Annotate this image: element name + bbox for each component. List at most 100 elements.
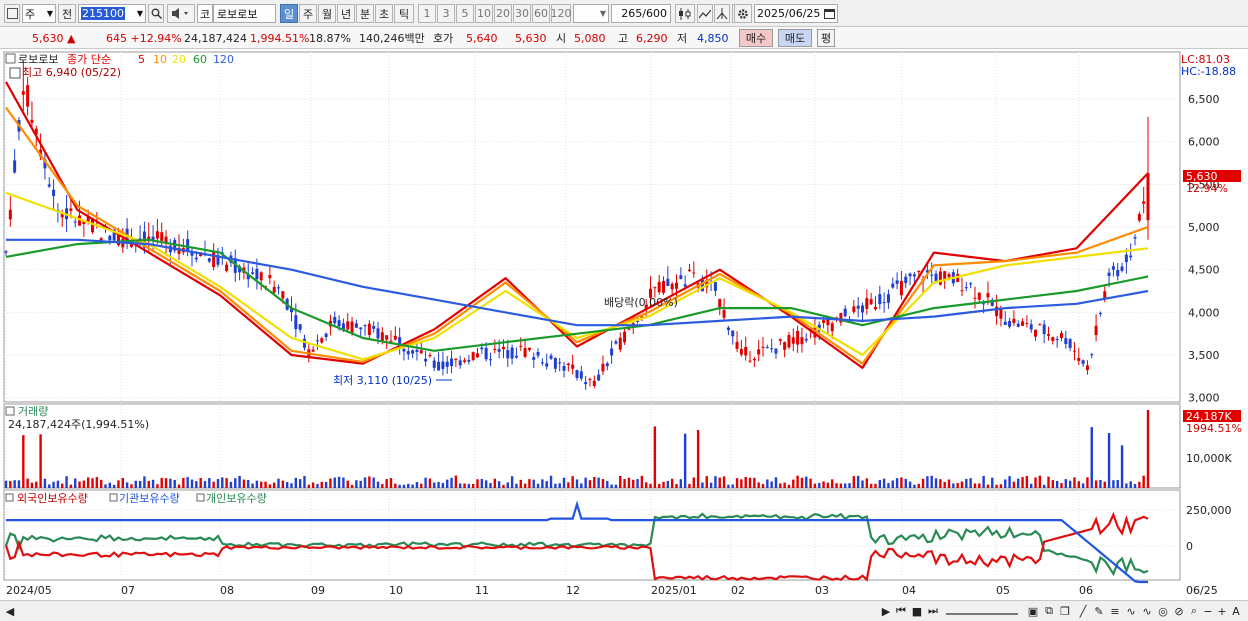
interval-5-button[interactable]: 5	[456, 4, 474, 23]
wave-tool-icon[interactable]: ∿	[1124, 603, 1138, 619]
interval-30-button[interactable]: 30	[513, 4, 531, 23]
candle-body	[778, 339, 782, 341]
period-day-button[interactable]: 일	[280, 4, 298, 23]
candle-body	[748, 360, 752, 362]
ma-legend-60: 60	[193, 53, 207, 66]
zoom-in-icon[interactable]: +	[1216, 603, 1228, 619]
first-page-button[interactable]: ⏮	[894, 603, 908, 619]
search-button[interactable]	[148, 4, 164, 23]
interval-10-button[interactable]: 10	[475, 4, 493, 23]
zoom-out-icon[interactable]: −	[1202, 603, 1214, 619]
split-icon[interactable]: ⧉	[1042, 603, 1056, 619]
stock-chart[interactable]: 6,5006,0005,5005,0004,5004,0003,5003,000…	[0, 50, 1248, 621]
interval-120-button[interactable]: 120	[551, 4, 572, 23]
scroll-right-button[interactable]: ▶	[880, 603, 892, 619]
volume-bar	[441, 482, 445, 488]
volume-bar	[787, 484, 791, 488]
high-annotation: 최고 6,940 (05/22)	[22, 66, 121, 79]
volume-bar	[242, 479, 246, 488]
window-icon[interactable]	[4, 4, 20, 23]
period-second-button[interactable]: 초	[375, 4, 393, 23]
candle-body	[558, 362, 562, 364]
bottom-scrollbar[interactable]: ◀ ▶ ⏮ ■ ⏭ ▣ ⧉ ❐ ╱ ✎ ≡ ∿ ∿ ◎ ⊘ ⌕ − + A	[0, 600, 1248, 621]
line-tool-icon[interactable]: ╱	[1076, 603, 1090, 619]
volume-bar	[489, 483, 492, 488]
candle-type-button[interactable]	[675, 4, 695, 23]
avg-button[interactable]: 평	[817, 29, 835, 47]
candle-body	[415, 349, 419, 352]
prev-button[interactable]: 전	[58, 4, 76, 23]
pencil-icon[interactable]: ✎	[1092, 603, 1106, 619]
gear-button[interactable]	[734, 4, 752, 23]
interval-1-button[interactable]: 1	[418, 4, 436, 23]
volume-bar	[623, 479, 626, 488]
volume-bar	[74, 478, 77, 488]
volume-ratio-value: 1,994.51%	[250, 31, 310, 45]
scroll-left-button[interactable]: ◀	[4, 603, 16, 619]
indicator-button[interactable]	[697, 4, 713, 23]
count-input[interactable]: 265/600	[611, 4, 671, 23]
candle-body	[692, 272, 696, 274]
sell-button[interactable]: 매도	[778, 29, 812, 47]
period-month-button[interactable]: 월	[318, 4, 336, 23]
candle-body	[380, 332, 384, 341]
candle-body	[722, 310, 726, 318]
lines-tool-icon[interactable]: ≡	[1108, 603, 1122, 619]
volume-bar	[878, 480, 882, 488]
volume-value-text: 24,187,424주(1,994.51%)	[8, 418, 149, 431]
delete-tool-icon[interactable]: ⊘	[1172, 603, 1186, 619]
zoom-slider[interactable]	[946, 605, 1018, 615]
volume-bar	[506, 482, 509, 488]
ma-title: 종가 단순	[67, 53, 111, 66]
interval-custom-select[interactable]: ▼	[573, 4, 609, 23]
date-input[interactable]: 2025/06/25	[754, 4, 838, 23]
count-value: 265	[621, 7, 643, 20]
copy-icon[interactable]: ❐	[1058, 603, 1072, 619]
calendar-icon	[824, 9, 835, 19]
chevron-down-icon: ▼	[46, 9, 53, 18]
volume-bar	[376, 481, 380, 488]
candle-body	[1029, 324, 1033, 330]
stock-name-field[interactable]: 로보로보	[213, 4, 276, 23]
font-size-icon[interactable]: A	[1230, 603, 1242, 619]
volume-bar	[1129, 481, 1132, 488]
volume-bar	[1099, 479, 1102, 488]
wave2-tool-icon[interactable]: ∿	[1140, 603, 1154, 619]
volume-bar	[35, 481, 38, 488]
market-tag[interactable]: 코	[197, 4, 213, 23]
candle-body	[856, 305, 860, 309]
search-icon[interactable]: ⌕	[1188, 603, 1200, 619]
stock-code-input[interactable]: 215100 ▼	[78, 4, 146, 23]
volume-bar	[428, 478, 432, 488]
volume-bar	[9, 481, 12, 488]
volume-panel-menu-icon	[5, 406, 15, 416]
period-year-button[interactable]: 년	[337, 4, 355, 23]
volume-bar	[1086, 477, 1089, 488]
interval-60-button[interactable]: 60	[532, 4, 550, 23]
interval-label: 3	[442, 7, 450, 20]
period-tick-button[interactable]: 틱	[394, 4, 414, 23]
candle-body	[917, 270, 921, 272]
volume-bar	[294, 477, 298, 488]
x-tick-label: 09	[311, 584, 325, 597]
stop-button[interactable]: ■	[910, 603, 924, 619]
period-week-button[interactable]: 주	[299, 4, 317, 23]
candle-body	[1116, 269, 1120, 277]
candle-body	[865, 298, 869, 309]
candle-body	[1038, 324, 1042, 326]
sound-button[interactable]	[167, 4, 195, 23]
interval-20-button[interactable]: 20	[494, 4, 512, 23]
volume-bar	[632, 479, 635, 488]
volume-bar	[324, 481, 328, 488]
candle-body	[1003, 321, 1007, 325]
candle-body	[757, 349, 761, 355]
shape-tool-icon[interactable]: ◎	[1156, 603, 1170, 619]
x-tick-label: 07	[121, 584, 135, 597]
market-type-select[interactable]: 주 ▼	[22, 4, 56, 23]
last-page-button[interactable]: ⏭	[926, 603, 940, 619]
period-minute-button[interactable]: 분	[356, 4, 374, 23]
layout-icon[interactable]: ▣	[1026, 603, 1040, 619]
buy-button[interactable]: 매수	[739, 29, 773, 47]
zoom-button[interactable]	[714, 4, 730, 23]
interval-3-button[interactable]: 3	[437, 4, 455, 23]
